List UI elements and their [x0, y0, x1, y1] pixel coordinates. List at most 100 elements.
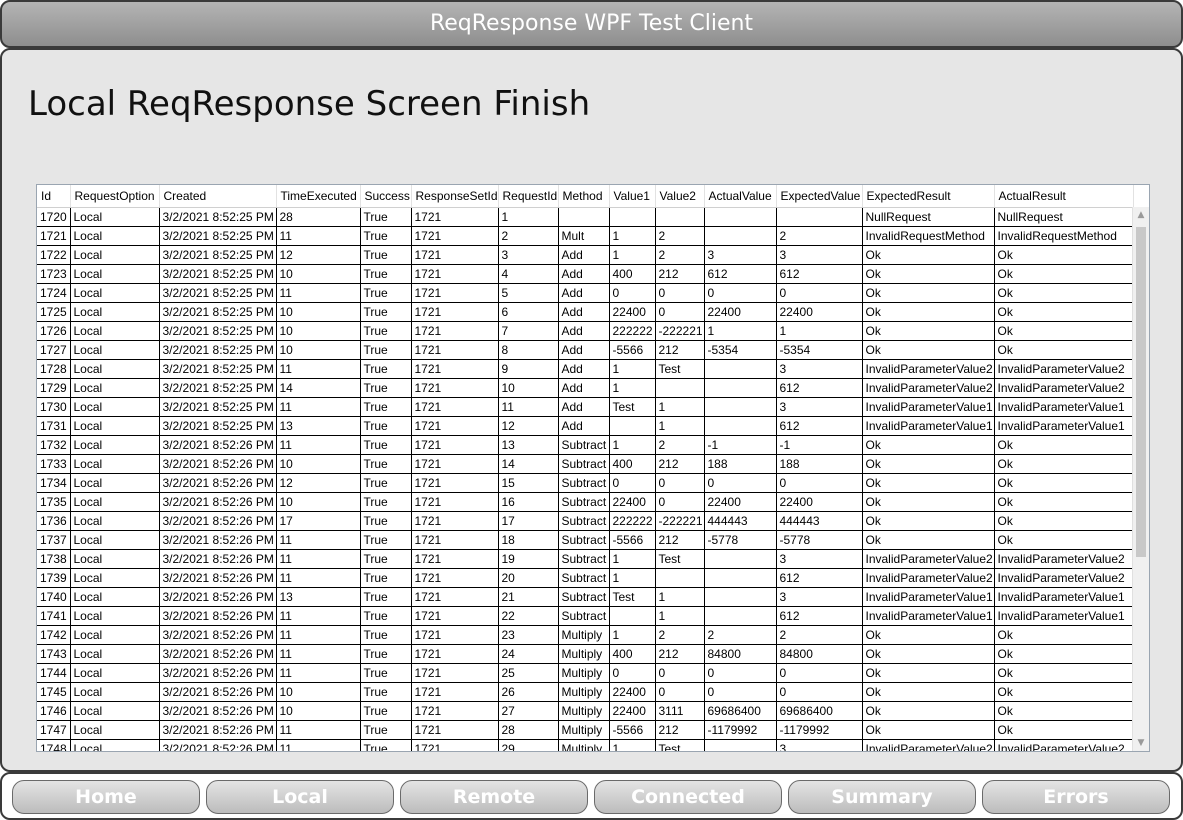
cell-id[interactable]: 1745: [37, 682, 71, 702]
cell-response-set-id[interactable]: 1721: [411, 207, 499, 227]
cell-response-set-id[interactable]: 1721: [411, 359, 499, 379]
cell-expected-result[interactable]: InvalidParameterValue1: [862, 606, 995, 626]
cell-request-option[interactable]: Local: [70, 454, 160, 474]
cell-expected-result[interactable]: Ok: [862, 625, 995, 645]
cell-value2[interactable]: 1: [655, 606, 705, 626]
cell-response-set-id[interactable]: 1721: [411, 245, 499, 265]
cell-expected-result[interactable]: Ok: [862, 511, 995, 531]
cell-response-set-id[interactable]: 1721: [411, 321, 499, 341]
cell-request-id[interactable]: 27: [498, 701, 559, 721]
table-row[interactable]: 1746 Local 3/2/2021 8:52:26 PM 10 True 1721 27…: [37, 701, 1134, 721]
cell-value1[interactable]: 1: [609, 378, 656, 398]
cell-expected-value[interactable]: 22400: [776, 302, 863, 322]
cell-response-set-id[interactable]: 1721: [411, 226, 499, 246]
cell-value2[interactable]: 2: [655, 625, 705, 645]
table-row[interactable]: 1743 Local 3/2/2021 8:52:26 PM 11 True 1721 24…: [37, 644, 1134, 664]
cell-value1[interactable]: 1: [609, 625, 656, 645]
cell-value2[interactable]: 212: [655, 340, 705, 360]
cell-expected-result[interactable]: InvalidParameterValue2: [862, 549, 995, 569]
cell-request-id[interactable]: 19: [498, 549, 559, 569]
cell-id[interactable]: 1729: [37, 378, 71, 398]
cell-value2[interactable]: 212: [655, 264, 705, 284]
cell-id[interactable]: 1738: [37, 549, 71, 569]
cell-value2[interactable]: 2: [655, 435, 705, 455]
cell-response-set-id[interactable]: 1721: [411, 283, 499, 303]
cell-request-id[interactable]: 1: [498, 207, 559, 227]
cell-request-id[interactable]: 23: [498, 625, 559, 645]
cell-actual-value[interactable]: [704, 606, 777, 626]
cell-expected-result[interactable]: InvalidRequestMethod: [862, 226, 995, 246]
cell-actual-value[interactable]: 2: [704, 625, 777, 645]
table-row[interactable]: 1732 Local 3/2/2021 8:52:26 PM 11 True 1721 13…: [37, 435, 1134, 455]
remote-button[interactable]: Remote: [400, 780, 588, 814]
table-row[interactable]: 1745 Local 3/2/2021 8:52:26 PM 10 True 1721 26…: [37, 682, 1134, 702]
cell-value2[interactable]: 0: [655, 283, 705, 303]
cell-actual-value[interactable]: 0: [704, 663, 777, 683]
cell-created[interactable]: 3/2/2021 8:52:26 PM: [159, 739, 277, 751]
cell-request-id[interactable]: 28: [498, 720, 559, 740]
cell-value1[interactable]: 1: [609, 245, 656, 265]
cell-actual-value[interactable]: 188: [704, 454, 777, 474]
cell-success[interactable]: True: [360, 283, 412, 303]
cell-method[interactable]: Multiply: [558, 625, 610, 645]
cell-created[interactable]: 3/2/2021 8:52:25 PM: [159, 302, 277, 322]
cell-created[interactable]: 3/2/2021 8:52:26 PM: [159, 663, 277, 683]
cell-id[interactable]: 1748: [37, 739, 71, 751]
cell-actual-value[interactable]: 0: [704, 283, 777, 303]
cell-request-option[interactable]: Local: [70, 435, 160, 455]
cell-success[interactable]: True: [360, 625, 412, 645]
cell-time-executed[interactable]: 11: [276, 625, 361, 645]
cell-id[interactable]: 1723: [37, 264, 71, 284]
cell-request-option[interactable]: Local: [70, 701, 160, 721]
cell-request-option[interactable]: Local: [70, 530, 160, 550]
cell-time-executed[interactable]: 11: [276, 568, 361, 588]
cell-value2[interactable]: 2: [655, 245, 705, 265]
cell-response-set-id[interactable]: 1721: [411, 625, 499, 645]
cell-success[interactable]: True: [360, 264, 412, 284]
column-header-created[interactable]: Created: [159, 185, 277, 208]
cell-request-id[interactable]: 10: [498, 378, 559, 398]
cell-request-option[interactable]: Local: [70, 416, 160, 436]
cell-created[interactable]: 3/2/2021 8:52:26 PM: [159, 587, 277, 607]
cell-success[interactable]: True: [360, 587, 412, 607]
cell-value1[interactable]: 222222: [609, 321, 656, 341]
table-row[interactable]: 1731 Local 3/2/2021 8:52:25 PM 13 True 1721 12…: [37, 416, 1134, 436]
cell-expected-result[interactable]: Ok: [862, 302, 995, 322]
cell-request-id[interactable]: 20: [498, 568, 559, 588]
cell-actual-result[interactable]: Ok: [994, 473, 1134, 493]
cell-expected-value[interactable]: 3: [776, 587, 863, 607]
cell-response-set-id[interactable]: 1721: [411, 663, 499, 683]
cell-actual-result[interactable]: Ok: [994, 511, 1134, 531]
cell-success[interactable]: True: [360, 321, 412, 341]
cell-success[interactable]: True: [360, 682, 412, 702]
cell-method[interactable]: Subtract: [558, 568, 610, 588]
cell-value1[interactable]: 1: [609, 226, 656, 246]
cell-response-set-id[interactable]: 1721: [411, 416, 499, 436]
cell-created[interactable]: 3/2/2021 8:52:26 PM: [159, 682, 277, 702]
cell-actual-result[interactable]: Ok: [994, 701, 1134, 721]
cell-time-executed[interactable]: 10: [276, 492, 361, 512]
cell-created[interactable]: 3/2/2021 8:52:25 PM: [159, 378, 277, 398]
cell-value2[interactable]: 1: [655, 416, 705, 436]
cell-value2[interactable]: 212: [655, 530, 705, 550]
cell-actual-result[interactable]: InvalidParameterValue2: [994, 378, 1134, 398]
cell-expected-value[interactable]: 612: [776, 416, 863, 436]
cell-id[interactable]: 1735: [37, 492, 71, 512]
table-row[interactable]: 1739 Local 3/2/2021 8:52:26 PM 11 True 1721 20…: [37, 568, 1134, 588]
cell-id[interactable]: 1732: [37, 435, 71, 455]
cell-value1[interactable]: 22400: [609, 701, 656, 721]
cell-created[interactable]: 3/2/2021 8:52:26 PM: [159, 549, 277, 569]
cell-value1[interactable]: 1: [609, 739, 656, 751]
cell-value2[interactable]: 0: [655, 473, 705, 493]
cell-request-id[interactable]: 15: [498, 473, 559, 493]
cell-created[interactable]: 3/2/2021 8:52:26 PM: [159, 511, 277, 531]
cell-request-option[interactable]: Local: [70, 511, 160, 531]
cell-expected-value[interactable]: 612: [776, 264, 863, 284]
cell-actual-value[interactable]: 0: [704, 473, 777, 493]
cell-value1[interactable]: [609, 207, 656, 227]
column-header-request-option[interactable]: RequestOption: [70, 185, 160, 208]
cell-id[interactable]: 1736: [37, 511, 71, 531]
cell-request-id[interactable]: 25: [498, 663, 559, 683]
cell-value1[interactable]: 0: [609, 283, 656, 303]
cell-value1[interactable]: 0: [609, 663, 656, 683]
